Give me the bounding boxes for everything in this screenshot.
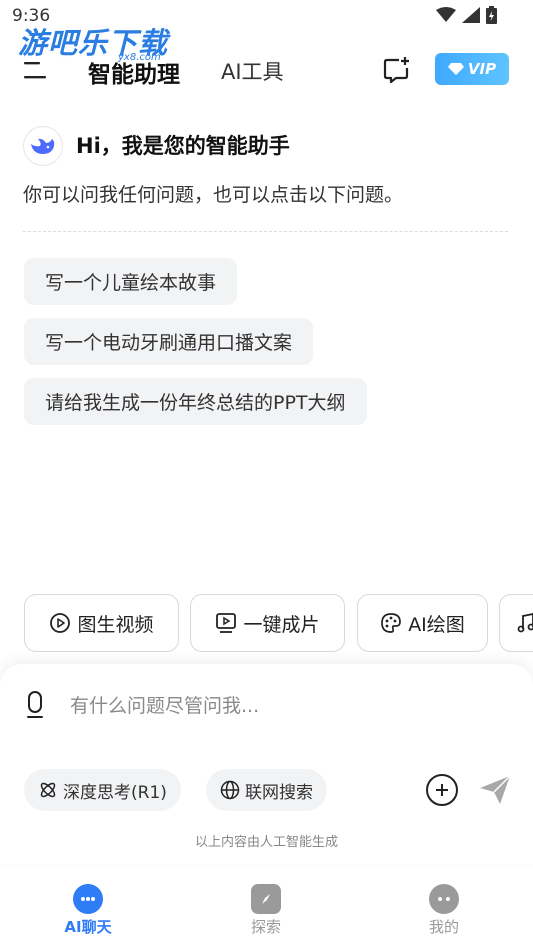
quick-tool-label: AI绘图 (408, 613, 465, 636)
battery-icon (486, 6, 497, 24)
suggestion-chip[interactable]: 请给我生成一份年终总结的PPT大纲 (24, 378, 367, 425)
nav-label: 探索 (250, 918, 281, 936)
assistant-avatar (23, 126, 63, 166)
quick-tool-music[interactable] (499, 594, 533, 652)
compass-icon (251, 884, 281, 914)
signal-icon (462, 7, 480, 23)
whale-logo-icon (31, 138, 55, 154)
menu-icon[interactable] (22, 60, 48, 80)
palette-icon (381, 613, 402, 633)
music-note-icon (517, 613, 533, 633)
video-screen-icon (216, 613, 237, 633)
web-search-label: 联网搜索 (245, 782, 313, 803)
tab-ai-tools[interactable]: AI工具 (221, 56, 284, 86)
attach-button[interactable] (426, 774, 458, 806)
quick-tool-ai-drawing[interactable]: AI绘图 (357, 594, 488, 652)
suggestion-chip[interactable]: 写一个儿童绘本故事 (24, 258, 238, 305)
nav-label: 我的 (428, 918, 459, 936)
quick-tool-image-to-video[interactable]: 图生视频 (24, 594, 179, 652)
quick-tool-label: 一键成片 (243, 613, 320, 636)
play-circle-icon (50, 613, 71, 633)
plus-icon (436, 784, 448, 796)
tab-smart-assistant[interactable]: 智能助理 (88, 55, 180, 89)
nav-profile[interactable]: 我的 (404, 884, 484, 937)
microphone-icon[interactable] (24, 690, 46, 720)
deep-think-label: 深度思考(R1) (63, 782, 167, 803)
divider (23, 231, 508, 232)
quick-tool-label: 图生视频 (77, 613, 154, 636)
diamond-icon (447, 63, 464, 75)
globe-icon (220, 780, 240, 800)
new-chat-icon[interactable] (383, 56, 411, 84)
quick-tool-one-click-video[interactable]: 一键成片 (190, 594, 345, 652)
nav-label: AI聊天 (64, 918, 112, 936)
message-input[interactable] (70, 690, 410, 722)
greeting-subtitle: 你可以问我任何问题，也可以点击以下问题。 (23, 184, 404, 206)
suggestion-chip[interactable]: 写一个电动牙刷通用口播文案 (24, 318, 314, 365)
atom-icon (40, 782, 56, 798)
vip-label: VIP (467, 60, 497, 78)
wifi-icon (436, 7, 456, 22)
vip-button[interactable]: VIP (435, 53, 509, 85)
chat-bubble-icon (73, 884, 103, 914)
greeting-title: Hi，我是您的智能助手 (76, 134, 290, 158)
nav-ai-chat[interactable]: AI聊天 (48, 884, 128, 937)
deep-think-toggle[interactable]: 深度思考(R1) (24, 769, 181, 811)
nav-explore[interactable]: 探索 (226, 884, 306, 937)
ai-disclaimer: 以上内容由人工智能生成 (194, 835, 338, 850)
profile-icon (429, 884, 459, 914)
web-search-toggle[interactable]: 联网搜索 (206, 769, 327, 811)
status-icons (436, 6, 497, 24)
send-icon[interactable] (478, 774, 512, 806)
